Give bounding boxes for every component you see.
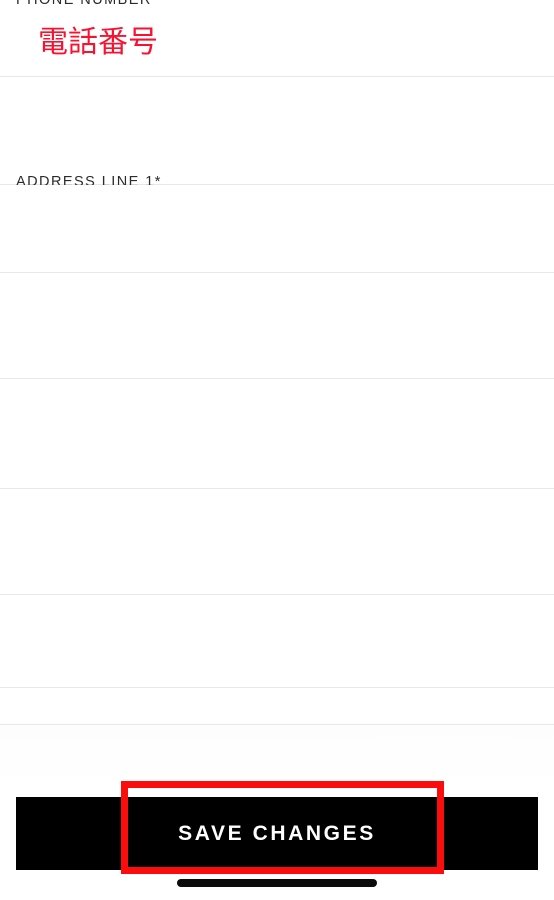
sticky-footer: SAVE CHANGES	[0, 725, 554, 900]
field-phone-number[interactable]: PHONE NUMBER 電話番号	[0, 0, 554, 77]
field-value-phone-number[interactable]: 電話番号	[38, 28, 158, 58]
address-form-screen: PHONE NUMBER 電話番号 ADDRESS LINE 1* 番地町名（例…	[0, 0, 554, 900]
field-state-province-county[interactable]: STATE / PROVINCE / COUNTYOptional 都道府県(T…	[0, 379, 554, 489]
field-country[interactable]: COUNTRY* Japan	[0, 595, 554, 688]
save-changes-button[interactable]: SAVE CHANGES	[16, 797, 538, 870]
field-postcode[interactable]: POSTCODE* 郵便番号	[0, 489, 554, 595]
field-address-line-2[interactable]: ADDRESS LINE 2Optional 建物名	[0, 185, 554, 456]
home-indicator	[177, 879, 377, 887]
field-town-city[interactable]: TOWN / CITY* 市(NAGOYA)	[0, 273, 554, 655]
form-scroll-area[interactable]: PHONE NUMBER 電話番号 ADDRESS LINE 1* 番地町名（例…	[0, 0, 554, 725]
field-label-phone-number: PHONE NUMBER	[16, 0, 152, 8]
field-address-line-1[interactable]: ADDRESS LINE 1* 番地町名（例：5ー5ー3Jingumae）	[0, 77, 554, 241]
